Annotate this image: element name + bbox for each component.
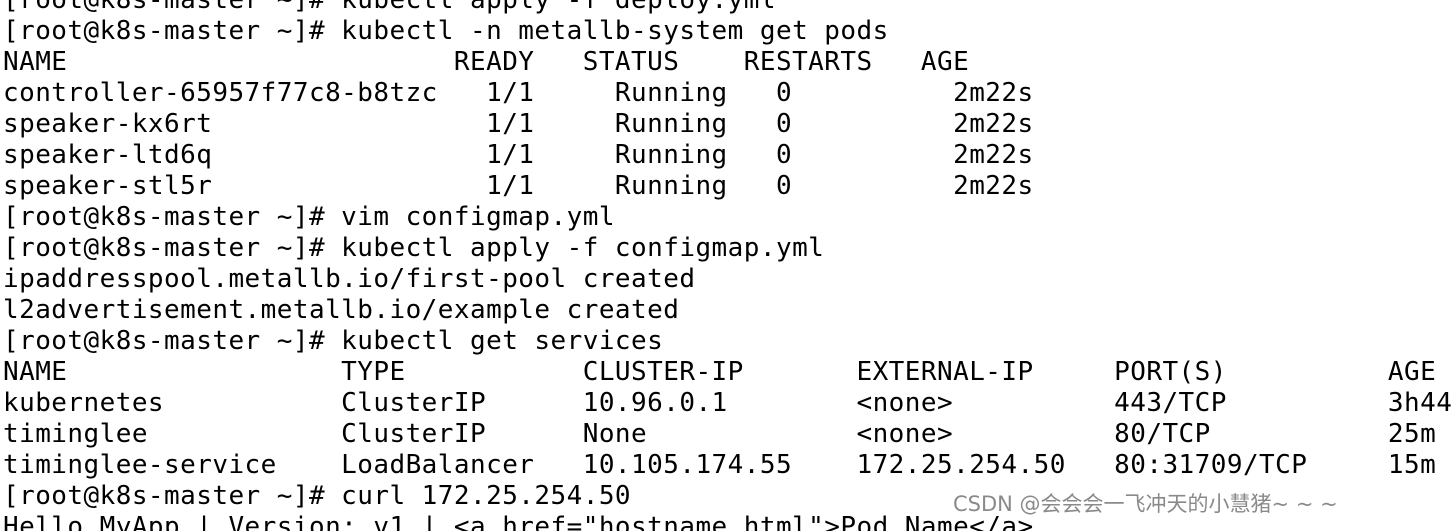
output-line: l2advertisement.metallb.io/example creat… <box>3 295 680 325</box>
services-table-row: timinglee ClusterIP None <none> 80/TCP 2… <box>3 419 1437 449</box>
command-line: [root@k8s-master ~]# kubectl -n metallb-… <box>3 16 889 46</box>
command-line: [root@k8s-master ~]# kubectl get service… <box>3 326 664 356</box>
pods-table-row: speaker-stl5r 1/1 Running 0 2m22s <box>3 171 1034 201</box>
services-table-row: kubernetes ClusterIP 10.96.0.1 <none> 44… <box>3 388 1451 418</box>
pods-table-row: speaker-kx6rt 1/1 Running 0 2m22s <box>3 109 1034 139</box>
output-line: ipaddresspool.metallb.io/first-pool crea… <box>3 264 696 294</box>
csdn-watermark: CSDN @会会会一飞冲天的小慧猪~ ~ ~ <box>953 492 1338 516</box>
terminal-output: [root@k8s-master ~]# kubectl apply -f de… <box>3 0 1451 531</box>
pods-table-row: controller-65957f77c8-b8tzc 1/1 Running … <box>3 78 1034 108</box>
command-line: [root@k8s-master ~]# kubectl apply -f co… <box>3 233 825 263</box>
pods-table-row: speaker-ltd6q 1/1 Running 0 2m22s <box>3 140 1034 170</box>
terminal-window[interactable]: [root@k8s-master ~]# kubectl apply -f de… <box>0 0 1451 531</box>
services-table-row: timinglee-service LoadBalancer 10.105.17… <box>3 450 1437 480</box>
command-line: [root@k8s-master ~]# vim configmap.yml <box>3 202 615 232</box>
pods-table-header: NAME READY STATUS RESTARTS AGE <box>3 47 970 77</box>
services-table-header: NAME TYPE CLUSTER-IP EXTERNAL-IP PORT(S)… <box>3 357 1437 387</box>
terminal-line: [root@k8s-master ~]# kubectl apply -f de… <box>3 0 776 15</box>
